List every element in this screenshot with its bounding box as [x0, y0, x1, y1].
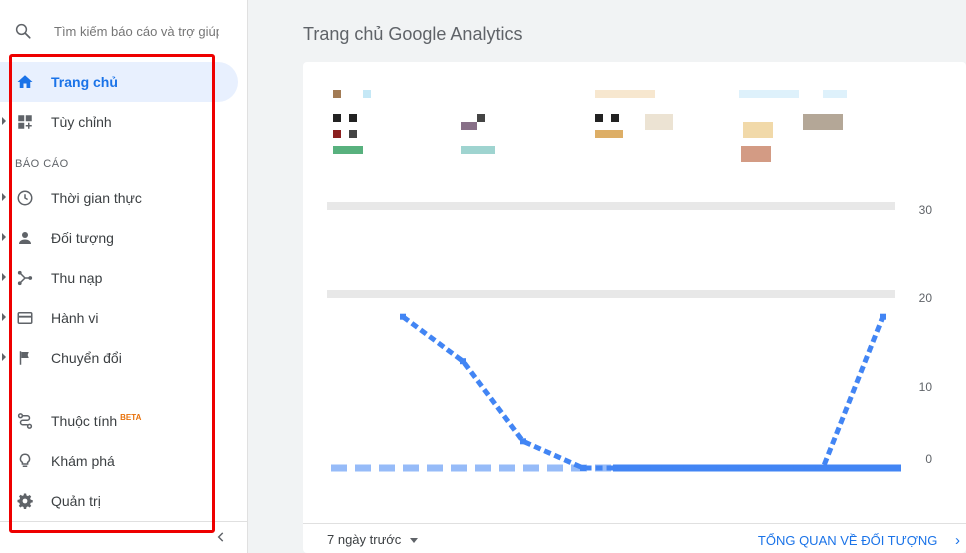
expand-caret-icon[interactable] — [2, 313, 6, 321]
nav-item-acquisition-label: Thu nạp — [51, 270, 103, 286]
gridline-30 — [327, 202, 895, 210]
search-bar — [0, 0, 247, 62]
audience-overview-link[interactable]: TỔNG QUAN VỀ ĐỐI TƯỢNG › — [758, 532, 960, 549]
reports-section-header: BÁO CÁO — [15, 158, 69, 170]
data-point — [520, 438, 526, 445]
nav-item-attribution[interactable]: Thuộc tính BETA — [0, 401, 247, 441]
person-icon — [19, 232, 31, 244]
blurred-metrics — [333, 90, 847, 162]
chevron-left-icon[interactable] — [214, 530, 228, 544]
nav-item-behavior-label: Hành vi — [51, 310, 99, 326]
lightbulb-icon — [19, 453, 31, 467]
web-page-icon — [17, 312, 33, 324]
route-icon — [17, 413, 33, 429]
data-point — [460, 358, 466, 365]
data-point — [880, 313, 886, 320]
page-title: Trang chủ Google Analytics — [303, 24, 523, 44]
nav-item-discover-label: Khám phá — [51, 453, 115, 469]
nav-item-home[interactable]: Trang chủ — [0, 62, 238, 102]
dropdown-arrow-icon — [409, 538, 418, 544]
expand-caret-icon[interactable] — [2, 193, 6, 201]
data-point — [700, 465, 706, 471]
expand-caret-icon[interactable] — [2, 117, 6, 125]
nav-item-conversions[interactable]: Chuyển đổi — [0, 338, 247, 378]
search-icon[interactable] — [14, 22, 32, 40]
sidebar: Trang chủ Tùy chỉnh BÁO CÁO Thời gian th… — [0, 0, 248, 553]
line-series — [400, 313, 886, 471]
nav-item-acquisition[interactable]: Thu nạp — [0, 258, 247, 298]
card-footer: 7 ngày trước TỔNG QUAN VỀ ĐỐI TƯỢNG › — [303, 523, 966, 553]
home-icon — [17, 75, 33, 88]
data-point — [400, 313, 406, 320]
nav-item-conversions-label: Chuyển đổi — [51, 350, 122, 366]
data-point — [820, 465, 826, 471]
date-range-dropdown[interactable]: 7 ngày trước — [327, 532, 418, 547]
overview-card: 30 20 10 0 7 ngày trước TỔNG QUAN VỀ ĐỐI… — [303, 62, 966, 553]
nav-item-customize-label: Tùy chỉnh — [51, 114, 112, 130]
expand-caret-icon[interactable] — [2, 353, 6, 361]
search-input[interactable] — [54, 23, 219, 39]
audience-overview-label: TỔNG QUAN VỀ ĐỐI TƯỢNG — [757, 533, 938, 548]
expand-caret-icon[interactable] — [2, 273, 6, 281]
gear-icon — [17, 493, 33, 509]
flag-icon — [19, 351, 29, 365]
sidebar-footer — [0, 521, 248, 553]
gridline-20 — [327, 290, 895, 298]
chevron-right-icon: › — [955, 532, 960, 549]
data-point — [640, 465, 646, 471]
nav-item-realtime[interactable]: Thời gian thực — [0, 178, 247, 218]
nav-item-attribution-label: Thuộc tính — [51, 413, 118, 429]
nav-item-audience-label: Đối tượng — [51, 230, 114, 246]
nav-item-customize[interactable]: Tùy chỉnh — [0, 102, 247, 142]
nav-item-admin-label: Quản trị — [51, 493, 101, 509]
data-point — [580, 465, 586, 471]
merge-icon — [17, 270, 33, 286]
clock-icon — [17, 190, 33, 206]
nav-item-realtime-label: Thời gian thực — [51, 190, 142, 206]
nav-item-audience[interactable]: Đối tượng — [0, 218, 247, 258]
nav-item-behavior[interactable]: Hành vi — [0, 298, 247, 338]
data-point — [760, 465, 766, 471]
dashboard-add-icon — [18, 115, 32, 129]
date-range-label: 7 ngày trước — [327, 532, 402, 547]
series-line — [401, 314, 886, 471]
beta-badge: BETA — [120, 413, 142, 423]
nav-item-admin[interactable]: Quản trị — [0, 481, 247, 521]
expand-caret-icon[interactable] — [2, 233, 6, 241]
main-content: Trang chủ Google Analytics 30 20 10 0 7 … — [249, 0, 966, 553]
nav-item-discover[interactable]: Khám phá — [0, 441, 247, 481]
sessions-line-chart — [331, 313, 901, 472]
nav-item-home-label: Trang chủ — [51, 74, 118, 90]
y-tick-label: 30 — [918, 203, 932, 217]
